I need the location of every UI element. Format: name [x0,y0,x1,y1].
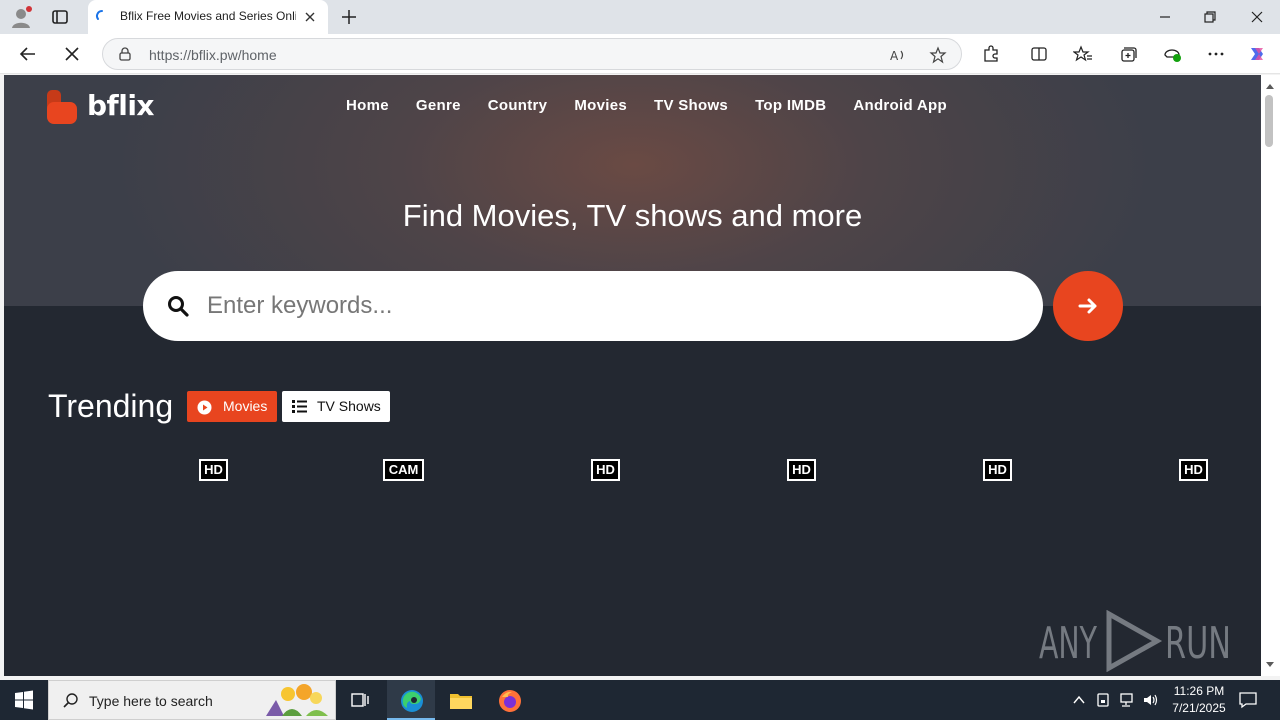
quality-badge[interactable]: HD [591,459,620,481]
list-icon [292,400,307,413]
logo-text: bflix [87,89,154,122]
extensions-icon[interactable] [981,44,1001,64]
favorite-star-icon[interactable] [929,46,947,64]
taskbar-edge[interactable] [387,680,435,720]
search-input[interactable] [207,284,1007,328]
trending-heading: Trending [48,388,174,424]
close-window-icon[interactable] [1247,7,1267,27]
collections-icon[interactable] [1118,44,1138,64]
hero-title: Find Movies, TV shows and more [402,198,863,233]
favorites-icon[interactable] [1073,44,1093,64]
close-tab-icon[interactable] [303,10,317,24]
search-icon [63,693,78,708]
trending-cards: HD CAM HD HD HD HD [4,459,1261,489]
search-highlight-flowers-icon [266,684,328,716]
folder-icon [450,694,472,709]
defender-icon[interactable] [1095,692,1111,708]
nav-android-app[interactable]: Android App [853,97,947,117]
nav-home[interactable]: Home [346,97,389,117]
search-icon [168,296,189,317]
trending-tv-shows-button[interactable]: TV Shows [282,391,390,422]
task-view-button[interactable] [336,680,384,720]
volume-icon[interactable] [1142,692,1158,708]
loading-favicon-icon [96,10,103,20]
quality-badge[interactable]: HD [199,459,228,481]
quality-badge[interactable]: HD [983,459,1012,481]
notification-center-icon[interactable] [1238,690,1258,710]
clock-time: 11:26 PM [1173,684,1225,698]
browser-toolbar: https://bflix.pw/home A [0,34,1280,74]
logo-mark-icon [47,90,77,124]
firefox-icon [499,690,521,712]
browser-essentials-icon[interactable] [1162,44,1182,64]
main-nav: Home Genre Country Movies TV Shows Top I… [346,97,974,117]
task-view-icon [351,693,369,707]
url-host: https://bflix.pw [149,47,238,63]
taskbar-file-explorer[interactable] [436,680,484,720]
split-screen-icon[interactable] [1029,44,1049,64]
site-logo[interactable]: bflix [47,88,157,126]
nav-top-imdb[interactable]: Top IMDB [755,97,826,117]
search-box [143,271,1043,341]
scroll-up-arrow-icon[interactable] [1265,82,1275,92]
more-options-icon[interactable] [1206,44,1226,64]
trending-movies-label: Movies [223,398,268,414]
site-info-icon[interactable] [117,46,133,62]
network-icon[interactable] [1118,692,1134,708]
web-page: bflix Home Genre Country Movies TV Shows… [4,75,1261,676]
watermark-left-text: ANY [1039,618,1097,669]
copilot-icon[interactable] [1247,44,1267,64]
edge-browser-icon [401,690,423,712]
quality-badge[interactable]: HD [787,459,816,481]
restore-icon[interactable] [1200,7,1220,27]
clock-date: 7/21/2025 [1172,701,1226,715]
trending-movies-button[interactable]: Movies [187,391,277,422]
taskbar-firefox[interactable] [485,680,533,720]
watermark-right-text: RUN [1165,618,1231,669]
show-hidden-icons-icon[interactable] [1071,692,1087,708]
play-circle-icon [197,400,212,415]
scroll-down-arrow-icon[interactable] [1265,659,1275,669]
url-text[interactable]: https://bflix.pw/home [149,47,277,63]
tab-title: Bflix Free Movies and Series Online [120,9,296,23]
new-tab-icon[interactable] [339,7,359,27]
stop-loading-icon[interactable] [62,44,82,64]
browser-titlebar: Bflix Free Movies and Series Online [0,0,1280,34]
page-scrollbar[interactable] [1261,75,1280,676]
nav-country[interactable]: Country [488,97,548,117]
windows-start-icon[interactable] [0,680,48,720]
read-aloud-icon[interactable]: A [889,46,907,64]
nav-genre[interactable]: Genre [416,97,461,117]
quality-badge[interactable]: CAM [383,459,424,481]
scrollbar-thumb[interactable] [1265,95,1273,147]
browser-tab-active[interactable]: Bflix Free Movies and Series Online [88,0,328,34]
url-path: /home [237,47,277,63]
taskbar-clock[interactable]: 11:26 PM 7/21/2025 [1160,683,1238,717]
nav-movies[interactable]: Movies [574,97,627,117]
search-submit-button[interactable] [1053,271,1123,341]
back-arrow-icon[interactable] [18,44,38,64]
quality-badge[interactable]: HD [1179,459,1208,481]
address-bar[interactable]: https://bflix.pw/home A [102,38,962,70]
svg-text:A: A [890,49,899,63]
minimize-icon[interactable] [1155,7,1175,27]
tab-actions-icon[interactable] [50,7,70,27]
taskbar-search-placeholder: Type here to search [89,693,213,709]
profile-icon[interactable] [9,5,33,29]
trending-tv-shows-label: TV Shows [317,398,381,414]
arrow-right-icon [1078,298,1097,314]
windows-taskbar: Type here to search 11:26 PM 7/21/2025 [0,680,1280,720]
anyrun-watermark: ANY RUN [1039,610,1231,672]
nav-tv-shows[interactable]: TV Shows [654,97,728,117]
